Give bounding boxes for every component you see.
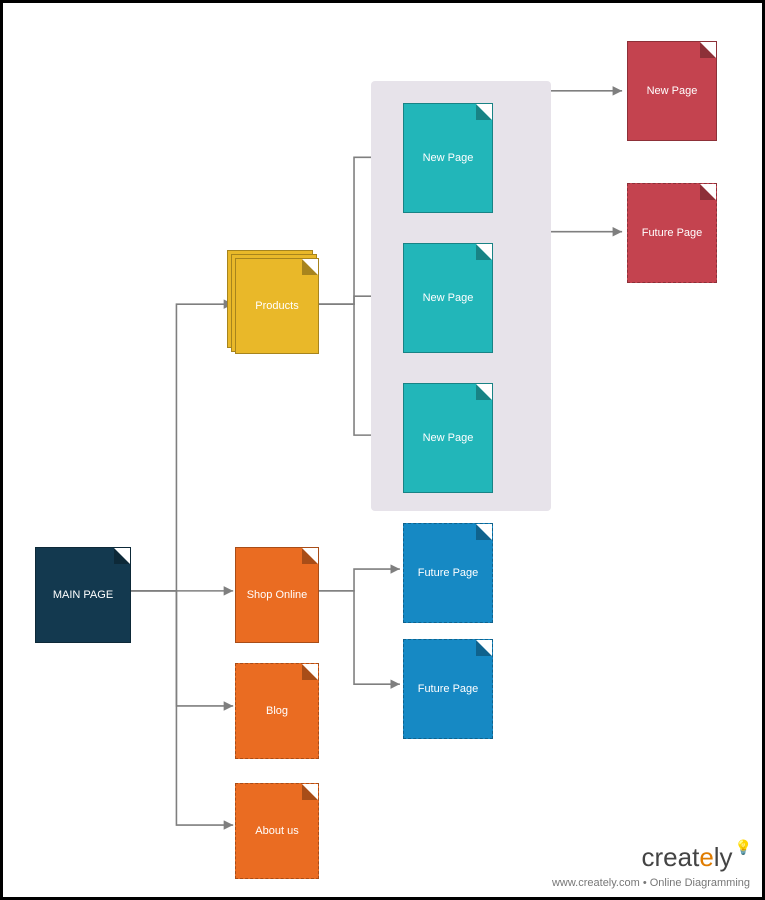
bulb-icon: 💡 [735, 839, 752, 855]
connector-shopOnline-fp1 [317, 569, 400, 591]
node-shopOnline[interactable]: Shop Online [235, 547, 319, 643]
page-fold-icon [476, 104, 492, 120]
node-label: New Page [423, 432, 474, 444]
node-main[interactable]: MAIN PAGE [35, 547, 131, 643]
watermark-line: www.creately.com • Online Diagramming [552, 877, 750, 889]
node-label: New Page [423, 292, 474, 304]
node-aboutUs[interactable]: About us [235, 783, 319, 879]
page-fold-icon [476, 524, 492, 540]
node-blog[interactable]: Blog [235, 663, 319, 759]
page-fold-icon [302, 784, 318, 800]
node-np3[interactable]: New Page [403, 383, 493, 493]
page-fold-icon [476, 244, 492, 260]
node-label: Shop Online [247, 589, 308, 601]
node-label: MAIN PAGE [53, 589, 113, 601]
node-np1[interactable]: New Page [403, 103, 493, 213]
node-label: Future Page [418, 567, 479, 579]
node-products[interactable]: Products [235, 258, 319, 354]
node-rNew[interactable]: New Page [627, 41, 717, 141]
node-label: Blog [266, 705, 288, 717]
connector-main-products [130, 304, 233, 591]
node-label: Future Page [418, 683, 479, 695]
watermark: creately💡 www.creately.com • Online Diag… [552, 839, 750, 891]
diagram-frame: MAIN PAGE Products Shop Online Blog About us… [0, 0, 765, 900]
node-label: New Page [423, 152, 474, 164]
page-fold-icon [302, 548, 318, 564]
page-fold-icon [476, 640, 492, 656]
page-fold-icon [476, 384, 492, 400]
node-fp1[interactable]: Future Page [403, 523, 493, 623]
page-fold-icon [302, 259, 318, 275]
node-label: Future Page [642, 227, 703, 239]
brand-logo: creately💡 [642, 842, 751, 872]
node-label: About us [255, 825, 298, 837]
node-np2[interactable]: New Page [403, 243, 493, 353]
node-label: Products [255, 300, 298, 312]
connector-main-aboutUs [130, 591, 233, 825]
connector-main-blog [130, 591, 233, 706]
page-fold-icon [700, 42, 716, 58]
node-rFut[interactable]: Future Page [627, 183, 717, 283]
node-label: New Page [647, 85, 698, 97]
node-fp2[interactable]: Future Page [403, 639, 493, 739]
page-fold-icon [114, 548, 130, 564]
page-fold-icon [302, 664, 318, 680]
page-fold-icon [700, 184, 716, 200]
connector-shopOnline-fp2 [317, 591, 400, 684]
